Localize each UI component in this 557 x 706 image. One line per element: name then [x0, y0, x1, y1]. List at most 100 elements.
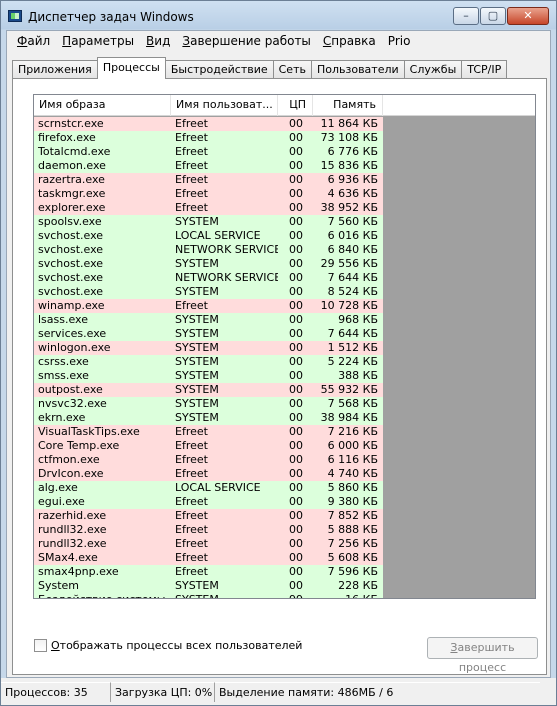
process-row[interactable]: nvsvc32.exe SYSTEM 00 7 568 КБ [34, 397, 383, 411]
show-all-checkbox[interactable] [34, 639, 47, 652]
process-memory-cell: 8 524 КБ [327, 285, 378, 298]
tab-services[interactable]: Службы [403, 60, 463, 79]
process-name-cell: smss.exe [38, 369, 89, 382]
process-row[interactable]: outpost.exe SYSTEM 00 55 932 КБ [34, 383, 383, 397]
status-process-count: Процессов: 35 [1, 681, 111, 702]
process-memory-cell: 6 840 КБ [327, 243, 378, 256]
process-row[interactable]: ctfmon.exe Efreet 00 6 116 КБ [34, 453, 383, 467]
process-row[interactable]: smss.exe SYSTEM 00 388 КБ [34, 369, 383, 383]
process-row[interactable]: scrnstcr.exe Efreet 00 11 864 КБ [34, 117, 383, 131]
process-user-cell: NETWORK SERVICE [175, 243, 278, 256]
close-button[interactable]: ✕ [507, 7, 549, 25]
process-row[interactable]: rundll32.exe Efreet 00 5 888 КБ [34, 523, 383, 537]
tab-applications[interactable]: Приложения [12, 60, 98, 79]
menu-options-label: араметры [71, 34, 135, 48]
menu-help[interactable]: Справка [317, 31, 382, 51]
process-row[interactable]: svchost.exe LOCAL SERVICE 00 6 016 КБ [34, 229, 383, 243]
process-user-cell: Efreet [175, 551, 208, 564]
process-row[interactable]: svchost.exe NETWORK SERVICE 00 7 644 КБ [34, 271, 383, 285]
process-row[interactable]: firefox.exe Efreet 00 73 108 КБ [34, 131, 383, 145]
processes-panel: Имя образа Имя пользоват... ЦП Память sc… [12, 78, 547, 675]
process-row[interactable]: VisualTaskTips.exe Efreet 00 7 216 КБ [34, 425, 383, 439]
column-cpu[interactable]: ЦП [278, 95, 313, 116]
process-row[interactable]: Totalcmd.exe Efreet 00 6 776 КБ [34, 145, 383, 159]
tab-performance[interactable]: Быстродействие [164, 60, 274, 79]
process-user-cell: SYSTEM [175, 397, 219, 410]
process-row[interactable]: taskmgr.exe Efreet 00 4 636 КБ [34, 187, 383, 201]
process-row[interactable]: DrvIcon.exe Efreet 00 4 740 КБ [34, 467, 383, 481]
process-row[interactable]: alg.exe LOCAL SERVICE 00 5 860 КБ [34, 481, 383, 495]
title-bar[interactable]: Диспетчер задач Windows – ▢ ✕ [1, 1, 556, 31]
column-user-name[interactable]: Имя пользоват... [171, 95, 278, 116]
process-row[interactable]: winamp.exe Efreet 00 10 728 КБ [34, 299, 383, 313]
process-user-cell: LOCAL SERVICE [175, 481, 261, 494]
process-cpu-cell: 00 [289, 327, 303, 340]
process-memory-cell: 7 852 КБ [327, 509, 378, 522]
process-cpu-cell: 00 [289, 145, 303, 158]
process-row[interactable]: Бездействие системыSYSTEM9916 КБ [34, 593, 383, 598]
process-user-cell: Efreet [175, 173, 208, 186]
column-memory[interactable]: Память [313, 95, 383, 116]
process-user-cell: SYSTEM [171, 593, 278, 598]
process-user-cell: LOCAL SERVICE [175, 229, 261, 242]
process-row[interactable]: System SYSTEM 00 228 КБ [34, 579, 383, 593]
tab-networking[interactable]: Сеть [272, 60, 312, 79]
menu-shutdown[interactable]: Завершение работы [176, 31, 317, 51]
process-row[interactable]: lsass.exe SYSTEM 00 968 КБ [34, 313, 383, 327]
process-name-cell: nvsvc32.exe [38, 397, 107, 410]
process-cpu-cell: 99 [278, 593, 313, 598]
process-memory-cell: 29 556 КБ [320, 257, 378, 270]
process-row[interactable]: rundll32.exe Efreet 00 7 256 КБ [34, 537, 383, 551]
menu-view[interactable]: Вид [140, 31, 176, 51]
show-all-text: тображать процессы всех пользователей [59, 639, 303, 652]
end-process-button[interactable]: Завершить процесс [427, 637, 538, 674]
process-row[interactable]: smax4pnp.exe Efreet 00 7 596 КБ [34, 565, 383, 579]
tab-tcpip[interactable]: TCP/IP [461, 60, 508, 79]
column-image-name[interactable]: Имя образа [34, 95, 171, 116]
tab-processes[interactable]: Процессы [96, 57, 166, 79]
tab-strip: Приложения Процессы Быстродействие Сеть … [12, 57, 508, 79]
process-row[interactable]: SMax4.exe Efreet 00 5 608 КБ [34, 551, 383, 565]
process-user-cell: SYSTEM [175, 369, 219, 382]
process-row[interactable]: razertra.exe Efreet 00 6 936 КБ [34, 173, 383, 187]
process-memory-cell: 73 108 КБ [320, 131, 378, 144]
process-cpu-cell: 00 [289, 271, 303, 284]
process-name-cell: taskmgr.exe [38, 187, 106, 200]
process-row[interactable]: svchost.exe NETWORK SERVICE 00 6 840 КБ [34, 243, 383, 257]
maximize-button[interactable]: ▢ [480, 7, 506, 25]
tab-users[interactable]: Пользователи [310, 60, 405, 79]
process-row[interactable]: winlogon.exe SYSTEM 00 1 512 КБ [34, 341, 383, 355]
menu-prio[interactable]: Prio [382, 31, 417, 51]
menu-options-mnemonic: П [62, 34, 72, 48]
process-user-cell: Efreet [175, 523, 208, 536]
process-row[interactable]: spoolsv.exe SYSTEM 00 7 560 КБ [34, 215, 383, 229]
process-memory-cell: 4 740 КБ [327, 467, 378, 480]
process-user-cell: Efreet [175, 425, 208, 438]
process-row[interactable]: svchost.exe SYSTEM 00 29 556 КБ [34, 257, 383, 271]
process-row[interactable]: egui.exe Efreet 00 9 380 КБ [34, 495, 383, 509]
process-row[interactable]: explorer.exe Efreet 00 38 952 КБ [34, 201, 383, 215]
process-row[interactable]: daemon.exe Efreet 00 15 836 КБ [34, 159, 383, 173]
process-cpu-cell: 00 [289, 565, 303, 578]
process-row[interactable]: ekrn.exe SYSTEM 00 38 984 КБ [34, 411, 383, 425]
process-row[interactable]: svchost.exe SYSTEM 00 8 524 КБ [34, 285, 383, 299]
menu-file[interactable]: Файл [11, 31, 56, 51]
process-row[interactable]: csrss.exe SYSTEM 00 5 224 КБ [34, 355, 383, 369]
process-memory-cell: 55 932 КБ [320, 383, 378, 396]
process-cpu-cell: 00 [289, 131, 303, 144]
process-row[interactable]: services.exe SYSTEM 00 7 644 КБ [34, 327, 383, 341]
process-row[interactable]: razerhid.exe Efreet 00 7 852 КБ [34, 509, 383, 523]
process-cpu-cell: 00 [289, 117, 303, 130]
process-cpu-cell: 00 [289, 257, 303, 270]
process-list[interactable]: Имя образа Имя пользоват... ЦП Память sc… [33, 94, 536, 599]
process-row[interactable]: Core Temp.exe Efreet 00 6 000 КБ [34, 439, 383, 453]
process-cpu-cell: 00 [289, 355, 303, 368]
process-memory-cell: 16 КБ [313, 593, 383, 598]
minimize-button[interactable]: – [453, 7, 479, 25]
process-name-cell: explorer.exe [38, 201, 106, 214]
process-user-cell: Efreet [175, 201, 208, 214]
show-all-processes[interactable]: Отображать процессы всех пользователей [34, 639, 302, 652]
menu-options[interactable]: Параметры [56, 31, 140, 51]
process-name-cell: egui.exe [38, 495, 85, 508]
process-memory-cell: 7 568 КБ [327, 397, 378, 410]
